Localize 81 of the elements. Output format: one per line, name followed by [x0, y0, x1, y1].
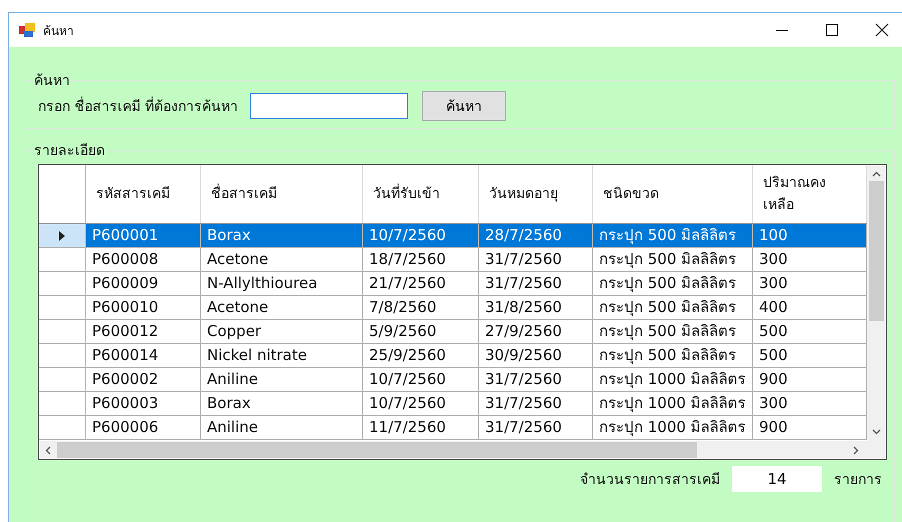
table-cell: P600014 [86, 344, 201, 367]
table-cell: Copper [201, 320, 363, 343]
table-cell: 10/7/2560 [363, 368, 479, 391]
maximize-icon[interactable] [825, 23, 839, 37]
current-row-icon [59, 230, 65, 240]
table-row[interactable]: P600010 Acetone 7/8/2560 31/8/2560 กระปุก 500 มิลลิลิตร 400 [39, 296, 867, 320]
search-field[interactable] [250, 93, 408, 119]
table-cell: กระปุก 1000 มิลลิลิตร [593, 416, 753, 439]
table-cell: P600006 [86, 416, 201, 439]
table-cell: 10/7/2560 [363, 224, 479, 247]
table-cell: P600008 [86, 248, 201, 271]
table-cell: 18/7/2560 [363, 248, 479, 271]
table-row[interactable]: P600014 Nickel nitrate 25/9/2560 30/9/2560 กระปุก 500 มิลลิลิตร 500 [39, 344, 867, 368]
horizontal-scrollbar[interactable] [39, 441, 886, 459]
table-cell: กระปุก 1000 มิลลิลิตร [593, 392, 753, 415]
scroll-left-icon[interactable] [45, 446, 51, 454]
table-row[interactable]: P600003 Borax 10/7/2560 31/7/2560 กระปุก 1000 มิลลิลิตร 300 [39, 392, 867, 416]
table-row[interactable]: P600009 N-Allylthiourea 21/7/2560 31/7/2560 กระปุก 500 มิลลิลิตร 300 [39, 272, 867, 296]
table-cell: 31/7/2560 [479, 392, 593, 415]
table-cell: 31/7/2560 [479, 368, 593, 391]
group-title: รายละเอียด [34, 142, 105, 161]
table-cell: P600012 [86, 320, 201, 343]
search-button[interactable]: ค้นหา [422, 91, 506, 121]
scroll-up-icon[interactable] [872, 171, 881, 177]
table-cell: กระปุก 1000 มิลลิลิตร [593, 368, 753, 391]
table-cell: N-Allylthiourea [201, 272, 363, 295]
table-cell: 100 [753, 224, 867, 247]
table-cell: กระปุก 500 มิลลิลิตร [593, 248, 753, 271]
column-header[interactable]: ชนิดขวด [593, 165, 753, 223]
count-label: จำนวนรายการสารเคมี [580, 471, 720, 490]
table-cell: Nickel nitrate [201, 344, 363, 367]
table-cell: กระปุก 500 มิลลิลิตร [593, 344, 753, 367]
table-row[interactable]: P600002 Aniline 10/7/2560 31/7/2560 กระปุก 1000 มิลลิลิตร 900 [39, 368, 867, 392]
table-cell: 31/8/2560 [479, 296, 593, 319]
column-header[interactable]: ชื่อสารเคมี [201, 165, 363, 223]
table-cell: กระปุก 500 มิลลิลิตร [593, 272, 753, 295]
table-cell: 28/7/2560 [479, 224, 593, 247]
table-cell: Aniline [201, 416, 363, 439]
table-cell: Borax [201, 224, 363, 247]
table-cell: 31/7/2560 [479, 272, 593, 295]
count-field: 14 [732, 466, 822, 492]
scroll-right-icon[interactable] [853, 446, 859, 454]
scroll-thumb[interactable] [869, 181, 884, 321]
window-title: ค้นหา [43, 22, 74, 40]
column-header[interactable]: วันที่รับเข้า [363, 165, 479, 223]
table-cell: Acetone [201, 248, 363, 271]
table-cell: 7/8/2560 [363, 296, 479, 319]
scroll-thumb[interactable] [57, 442, 697, 458]
table-cell: 27/9/2560 [479, 320, 593, 343]
group-title: ค้นหา [34, 72, 70, 91]
table-cell: P600001 [86, 224, 201, 247]
table-cell: 31/7/2560 [479, 248, 593, 271]
table-cell: 21/7/2560 [363, 272, 479, 295]
table-cell: P600002 [86, 368, 201, 391]
table-cell: 5/9/2560 [363, 320, 479, 343]
unit-label: รายการ [834, 471, 882, 490]
vertical-scrollbar[interactable] [867, 165, 886, 441]
table-cell: กระปุก 500 มิลลิลิตร [593, 224, 753, 247]
table-cell: 30/9/2560 [479, 344, 593, 367]
table-cell: 31/7/2560 [479, 416, 593, 439]
scroll-down-icon[interactable] [872, 429, 881, 435]
table-cell: Borax [201, 392, 363, 415]
table-cell: 11/7/2560 [363, 416, 479, 439]
table-row[interactable]: P600008 Acetone 18/7/2560 31/7/2560 กระปุก 500 มิลลิลิตร 300 [39, 248, 867, 272]
table-cell: กระปุก 500 มิลลิลิตร [593, 296, 753, 319]
table-cell: กระปุก 500 มิลลิลิตร [593, 320, 753, 343]
table-cell: P600003 [86, 392, 201, 415]
table-row[interactable]: P600001 Borax 10/7/2560 28/7/2560 กระปุก 500 มิลลิลิตร 100 [39, 224, 867, 248]
table-cell: Aniline [201, 368, 363, 391]
table-cell: P600010 [86, 296, 201, 319]
table-row[interactable]: P600012 Copper 5/9/2560 27/9/2560 กระปุก 500 มิลลิลิตร 500 [39, 320, 867, 344]
table-cell: 10/7/2560 [363, 392, 479, 415]
table-cell: P600009 [86, 272, 201, 295]
table-row[interactable]: P600006 Aniline 11/7/2560 31/7/2560 กระปุก 1000 มิลลิลิตร 900 [39, 416, 867, 440]
close-icon[interactable] [875, 23, 889, 37]
app-icon [19, 23, 35, 37]
search-label: กรอก ชื่อสารเคมี ที่ต้องการค้นหา [38, 95, 238, 117]
column-header[interactable]: รหัสสารเคมี [86, 165, 201, 223]
table-cell: Acetone [201, 296, 363, 319]
table-cell: 25/9/2560 [363, 344, 479, 367]
column-header[interactable]: วันหมดอายุ [479, 165, 593, 223]
